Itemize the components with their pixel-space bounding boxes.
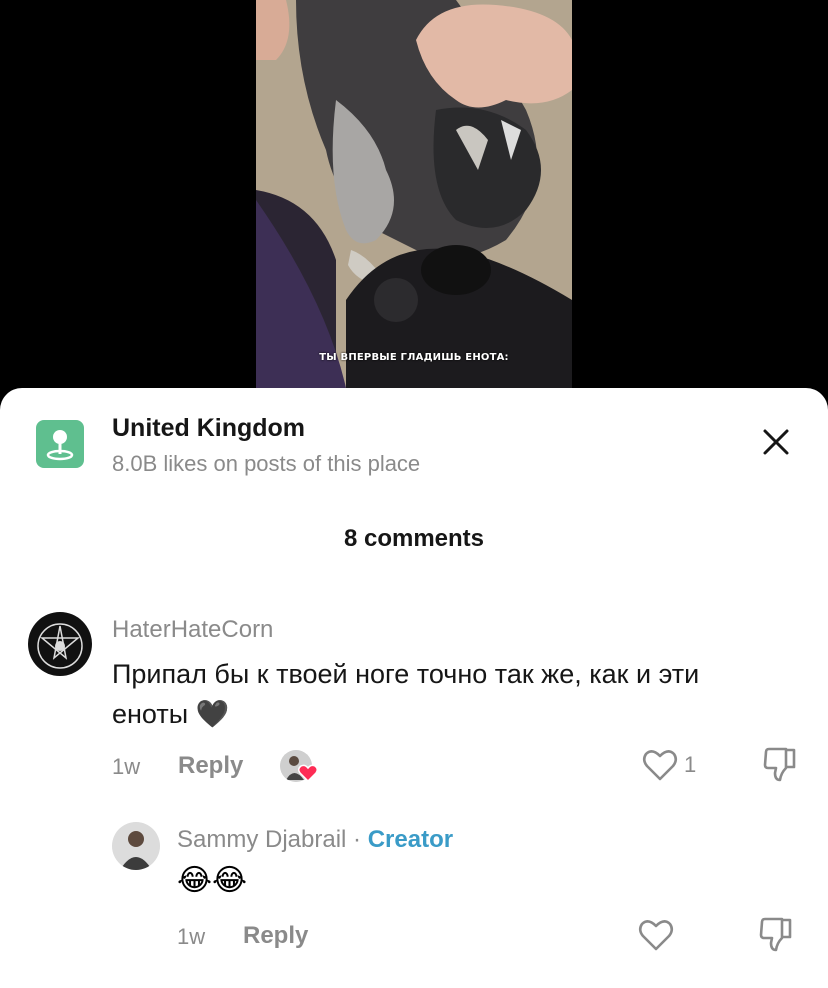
- heart-icon: [298, 764, 318, 782]
- video-player[interactable]: ТЫ ВПЕРВЫЕ ГЛАДИШЬ ЕНОТА:: [0, 0, 828, 400]
- comment-username[interactable]: HaterHateCorn: [112, 616, 273, 644]
- comments-sheet: United Kingdom 8.0B likes on posts of th…: [0, 388, 828, 988]
- comment-time: 1w: [112, 754, 141, 779]
- place-title[interactable]: United Kingdom: [112, 414, 305, 443]
- video-caption: ТЫ ВПЕРВЫЕ ГЛАДИШЬ ЕНОТА:: [319, 352, 509, 363]
- thumbs-down-icon: [763, 747, 796, 782]
- reply-dislike-button[interactable]: [758, 916, 794, 959]
- reply-avatar[interactable]: [112, 822, 160, 870]
- comment-count: 8 comments: [343, 525, 485, 552]
- separator: ·: [353, 826, 362, 853]
- reply-time: 1w: [177, 924, 206, 949]
- close-button[interactable]: [758, 424, 794, 460]
- heart-outline-icon: [642, 750, 678, 781]
- reply-text: 😂😂: [177, 864, 248, 897]
- heart-outline-icon: [638, 920, 674, 951]
- comment-text-line2: еноты 🖤: [112, 699, 230, 729]
- dislike-button[interactable]: [762, 746, 798, 789]
- place-subtitle: 8.0B likes on posts of this place: [112, 451, 421, 476]
- reply-reply-button[interactable]: Reply: [243, 922, 308, 950]
- video-frame[interactable]: ТЫ ВПЕРВЫЕ ГЛАДИШЬ ЕНОТА:: [256, 0, 572, 388]
- reply-like-button[interactable]: [638, 918, 674, 957]
- raccoon-image: [256, 0, 572, 388]
- creator-badge: Creator: [367, 826, 454, 853]
- comment-text-line1: Припал бы к твоей ноге точно так же, как…: [112, 659, 700, 689]
- map-pin-icon: [36, 420, 84, 468]
- thumbs-down-icon: [759, 917, 792, 952]
- like-button[interactable]: [642, 748, 678, 787]
- close-icon: [763, 429, 789, 455]
- avatar[interactable]: [28, 612, 92, 676]
- reply-username[interactable]: Sammy Djabrail: [177, 826, 346, 853]
- reply-username-line: Sammy Djabrail · Creator: [177, 826, 453, 854]
- reply-button[interactable]: Reply: [178, 752, 243, 780]
- like-count: 1: [684, 752, 697, 777]
